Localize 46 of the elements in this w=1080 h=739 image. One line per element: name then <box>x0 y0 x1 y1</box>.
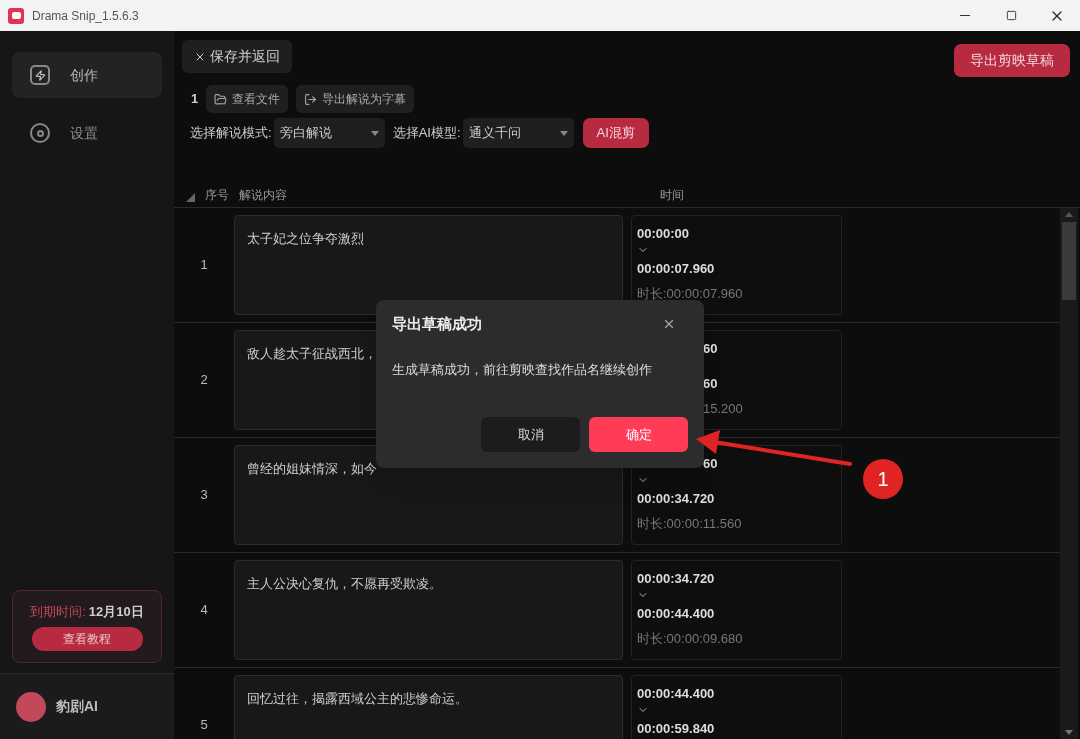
start-time: 00:00:44.400 <box>637 685 715 702</box>
column-header: 序号 <box>205 187 229 204</box>
end-time: 60 <box>703 375 718 394</box>
narration-text-field[interactable]: 主人公决心复仇，不愿再受欺凌。 <box>234 560 623 660</box>
duration: 15.200 <box>703 400 743 418</box>
export-draft-button[interactable]: 导出剪映草稿 <box>954 44 1070 77</box>
start-time: 60 <box>703 340 718 357</box>
column-header: 解说内容 <box>239 187 287 204</box>
row-number: 2 <box>199 371 209 390</box>
save-return-button[interactable]: 保存并返回 <box>182 40 292 73</box>
model-label: 选择AI模型: <box>392 124 461 143</box>
row-number: 1 <box>199 256 209 275</box>
mode-label: 选择解说模式: <box>190 124 272 143</box>
file-count: 1 <box>191 90 199 109</box>
row-number: 5 <box>199 716 209 735</box>
end-time: 00:00:34.720 <box>637 490 715 509</box>
window-title: Drama Snip_1.5.6.3 <box>32 7 139 25</box>
dialog-title: 导出草稿成功 <box>392 314 482 334</box>
duration: 时长:00:00:09.680 <box>637 630 743 648</box>
duration: 时长:00:00:11.560 <box>637 515 742 533</box>
view-files-button[interactable]: 查看文件 <box>206 85 289 113</box>
end-time: 00:00:59.840 <box>637 720 715 739</box>
tutorial-button[interactable]: 查看教程 <box>31 627 143 652</box>
column-header: 时间 <box>660 187 684 204</box>
start-time: 00:00:00 <box>637 225 690 242</box>
sidebar-item[interactable]: 创作 <box>12 52 162 98</box>
duration: 时长:00:00:07.960 <box>637 285 743 303</box>
cancel-button[interactable]: 取消 <box>481 417 580 452</box>
sidebar-item[interactable]: 设置 <box>12 110 162 156</box>
mode-select[interactable]: 旁白解说 <box>273 118 385 148</box>
end-time: 00:00:44.400 <box>637 605 715 624</box>
narration-text-field[interactable]: 回忆过往，揭露西域公主的悲惨命运。 <box>234 675 623 739</box>
ai-mix-button[interactable]: AI混剪 <box>582 118 649 148</box>
expiry-label: 到期时间: <box>30 602 86 621</box>
row-number: 3 <box>199 486 209 505</box>
user-name: 豹剧AI <box>56 697 98 716</box>
end-time: 00:00:07.960 <box>637 260 715 279</box>
step-number-badge: 1 <box>863 459 903 499</box>
narration-text-field[interactable]: 太子妃之位争夺激烈 <box>234 215 623 315</box>
row-number: 4 <box>199 601 209 620</box>
start-time: 00:00:34.720 <box>637 570 715 587</box>
export-subtitles-button[interactable]: 导出解说为字幕 <box>296 85 415 113</box>
expiry-date: 12月10日 <box>88 602 144 621</box>
model-select[interactable]: 通义千问 <box>462 118 574 148</box>
dialog-message: 生成草稿成功，前往剪映查找作品名继续创作 <box>391 360 653 379</box>
start-time: 60 <box>703 455 718 472</box>
